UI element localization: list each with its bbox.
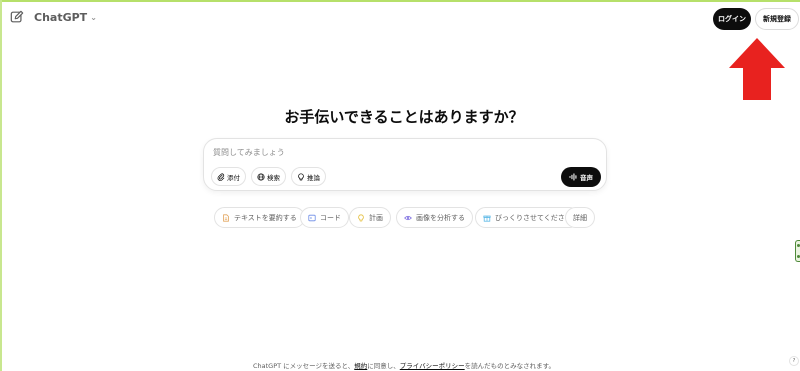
voice-label: 音声 [580,174,593,182]
attach-label: 添付 [227,173,240,182]
paperclip-icon [217,172,225,181]
attach-button[interactable]: 添付 [211,167,246,186]
code-icon [308,214,316,221]
reasoning-button[interactable]: 推論 [291,167,326,186]
footer-prefix: ChatGPT にメッセージを送ると、 [252,362,355,370]
login-button[interactable]: ログイン [713,8,751,30]
privacy-policy-link[interactable]: プライバシーポリシー [400,362,465,370]
globe-icon [257,172,265,181]
suggestion-label: コード [320,213,341,222]
signup-button[interactable]: 新規登録 [755,8,799,30]
chevron-down-icon: ⌄ [90,13,97,22]
document-icon [223,213,229,222]
suggestion-label: 詳細 [573,213,587,222]
lightbulb-icon [358,213,364,221]
top-bar: ChatGPT ⌄ ログイン 新規登録 [0,2,800,34]
reasoning-label: 推論 [307,173,320,182]
suggestion-label: びっくりさせてください [495,213,572,222]
page-heading: お手伝いできることはありますか？ [284,108,524,126]
lightbulb-icon [298,172,304,180]
extension-side-tab[interactable] [795,240,800,262]
suggestion-summarize[interactable]: テキストを要約する [214,207,305,228]
model-name: ChatGPT [34,11,88,24]
search-button[interactable]: 検索 [251,167,286,186]
message-input[interactable]: 質問してみましょう [213,147,285,158]
model-selector[interactable]: ChatGPT ⌄ [34,11,97,24]
suggestion-analyze-image[interactable]: 画像を分析する [396,207,473,228]
suggestion-label: テキストを要約する [234,213,297,222]
footer-suffix: を読んだものとみなされます。 [464,362,556,370]
search-label: 検索 [267,173,280,182]
waveform-icon [569,173,577,181]
help-button[interactable]: ? [789,356,799,366]
new-chat-icon[interactable] [10,10,24,24]
suggestion-label: 計画 [369,213,383,222]
red-up-arrow-annotation [729,38,785,100]
suggestion-plan[interactable]: 計画 [349,207,391,228]
suggestion-more[interactable]: 詳細 [565,207,595,228]
eye-icon [404,215,412,220]
terms-link[interactable]: 規約 [354,362,367,370]
footer-middle: に同意し、 [367,362,400,370]
message-composer[interactable]: 質問してみましょう 添付 検索 推論 音声 [203,138,607,191]
window-left-border [0,0,2,371]
gift-icon [483,215,491,222]
footer-disclaimer: ChatGPT にメッセージを送ると、規約に同意し、プライバシーポリシーを読んだ… [0,360,800,370]
suggestion-code[interactable]: コード [300,207,349,228]
voice-button[interactable]: 音声 [561,167,601,187]
suggestion-label: 画像を分析する [416,213,465,222]
